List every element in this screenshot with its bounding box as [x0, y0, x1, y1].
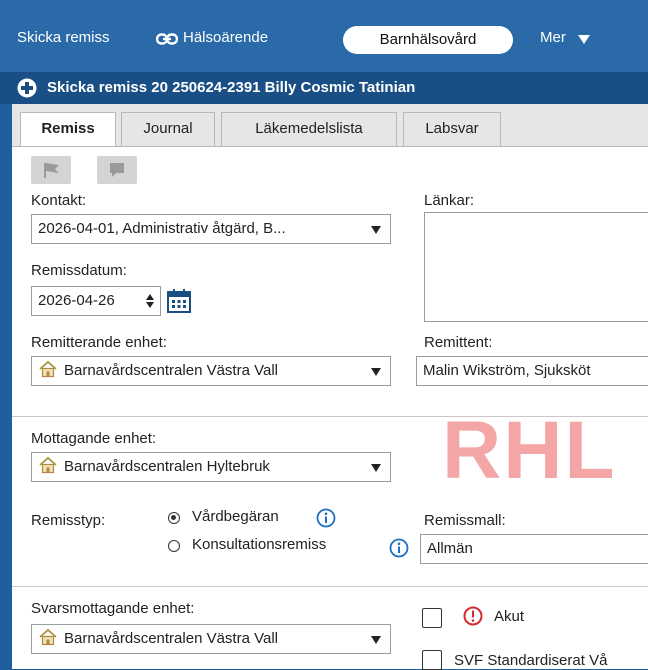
page-title: Skicka remiss 20 250624-2391 Billy Cosmi… — [47, 79, 416, 96]
referrer-label: Remittent: — [424, 334, 493, 351]
links-label: Länkar: — [424, 192, 475, 209]
referrer-value: Malin Wikström, Sjuksköt — [423, 362, 591, 379]
contact-label: Kontakt: — [31, 192, 87, 209]
spinner-arrows-icon[interactable] — [146, 294, 154, 308]
urgent-label: Akut — [494, 608, 525, 625]
links-textarea[interactable] — [424, 212, 648, 322]
contact-select[interactable]: 2026-04-01, Administrativ åtgärd, B... — [31, 214, 391, 244]
dropdown-caret-icon — [371, 636, 381, 644]
tab-journal[interactable]: Journal — [121, 112, 215, 146]
receiving-unit-value: Barnavårdscentralen Hyltebruk — [64, 458, 270, 475]
referral-date-label: Remissdatum: — [31, 262, 127, 279]
reply-unit-value: Barnavårdscentralen Västra Vall — [64, 630, 278, 647]
template-select[interactable]: Allmän — [420, 534, 648, 564]
svf-label: SVF Standardiserat Vå — [454, 652, 608, 669]
urgent-checkbox[interactable] — [422, 608, 442, 628]
send-referral-link[interactable]: Skicka remiss — [17, 29, 110, 47]
plus-circle-icon — [17, 78, 37, 98]
radio-care-request[interactable] — [168, 512, 180, 524]
home-icon — [39, 360, 57, 378]
receiving-unit-label: Mottagande enhet: — [31, 430, 157, 447]
home-icon — [39, 456, 57, 474]
template-value: Allmän — [427, 540, 473, 557]
info-icon[interactable] — [316, 508, 336, 528]
tab-medication-list[interactable]: Läkemedelslista — [221, 112, 397, 146]
more-menu-button[interactable]: Mer — [540, 29, 566, 47]
home-icon — [39, 628, 57, 646]
comment-button[interactable] — [97, 156, 137, 184]
section-divider — [12, 586, 648, 587]
template-label: Remissmall: — [424, 512, 506, 529]
info-icon[interactable] — [389, 538, 409, 558]
receiving-unit-select[interactable]: Barnavårdscentralen Hyltebruk — [31, 452, 391, 482]
reply-unit-label: Svarsmottagande enhet: — [31, 600, 195, 617]
referral-date-input[interactable]: 2026-04-26 — [31, 286, 161, 316]
svf-checkbox[interactable] — [422, 650, 442, 670]
caret-down-icon — [578, 35, 590, 44]
rhl-watermark: RHL — [442, 405, 617, 496]
referrer-select[interactable]: Malin Wikström, Sjuksköt — [416, 356, 648, 386]
tab-lab-results[interactable]: Labsvar — [403, 112, 501, 146]
dropdown-caret-icon — [371, 226, 381, 234]
tab-child-health-care[interactable]: Barnhälsovård — [343, 26, 513, 54]
alert-icon — [463, 606, 483, 626]
flag-button[interactable] — [31, 156, 71, 184]
contact-value: 2026-04-01, Administrativ åtgärd, B... — [38, 220, 286, 237]
dropdown-caret-icon — [371, 368, 381, 376]
consultation-label: Konsultationsremiss — [192, 536, 327, 553]
flag-icon — [44, 163, 59, 178]
left-edge-bar — [0, 104, 12, 668]
referring-unit-label: Remitterande enhet: — [31, 334, 167, 351]
calendar-icon[interactable] — [166, 288, 192, 314]
dropdown-caret-icon — [371, 464, 381, 472]
health-matter-link[interactable]: Hälsoärende — [183, 29, 268, 47]
window-title-bar: Skicka remiss 20 250624-2391 Billy Cosmi… — [0, 72, 648, 104]
top-nav-bar: Skicka remiss Hälsoärende Barnhälsovård … — [0, 0, 648, 72]
link-chain-icon — [156, 33, 178, 45]
referring-unit-value: Barnavårdscentralen Västra Vall — [64, 362, 278, 379]
care-request-label: Vårdbegäran — [192, 508, 279, 525]
comment-icon — [110, 163, 124, 177]
radio-consultation[interactable] — [168, 540, 180, 552]
tab-remiss[interactable]: Remiss — [20, 112, 116, 148]
referral-date-value: 2026-04-26 — [38, 292, 115, 309]
referral-type-label: Remisstyp: — [31, 512, 106, 529]
referring-unit-select[interactable]: Barnavårdscentralen Västra Vall — [31, 356, 391, 386]
reply-unit-select[interactable]: Barnavårdscentralen Västra Vall — [31, 624, 391, 654]
